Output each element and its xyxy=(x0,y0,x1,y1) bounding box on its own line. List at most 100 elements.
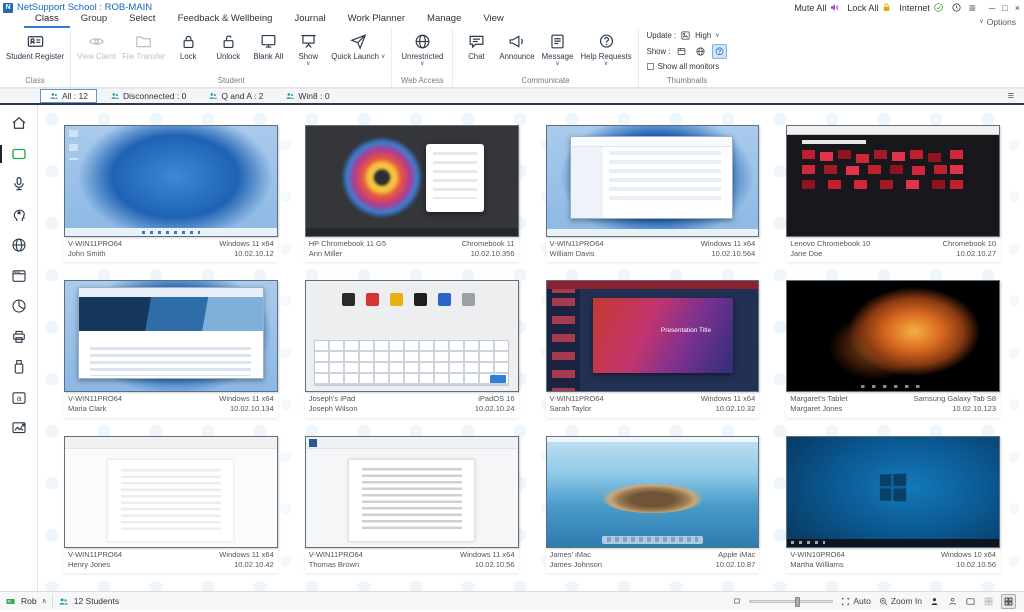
mute-all-button[interactable]: Mute All xyxy=(794,2,840,13)
screen-art xyxy=(314,339,510,386)
update-quality-value[interactable]: High xyxy=(695,31,711,40)
menu-tab-view[interactable]: View xyxy=(472,13,514,28)
show-application-toggle[interactable] xyxy=(674,44,689,59)
sidebar-item-audio[interactable] xyxy=(7,173,31,195)
unrestricted-button[interactable]: Unrestricted ∨ xyxy=(395,29,449,67)
chevron-down-icon[interactable]: ∨ xyxy=(715,33,719,39)
applications-icon xyxy=(10,267,28,285)
minimize-button[interactable]: ─ xyxy=(989,3,995,13)
student-thumbnail[interactable]: Margaret's Tablet Samsung Galaxy Tab S8 M… xyxy=(786,280,1000,418)
current-user-view-button[interactable] xyxy=(929,596,940,607)
show-button[interactable]: Show ∨ xyxy=(288,29,328,67)
ribbon-group-student: View Client File Transfer Lock Unlock Bl… xyxy=(71,28,393,87)
menu-tab-class[interactable]: Class xyxy=(24,13,70,28)
filter-tab-disconnected-0[interactable]: Disconnected : 0 xyxy=(101,89,195,103)
titlebar: N NetSupport School : ROB-MAIN Mute All … xyxy=(0,0,1024,14)
student-thumbnail[interactable]: V-WIN11PRO64 Windows 11 x64 Maria Clark 10… xyxy=(64,280,278,418)
lock-button[interactable]: Lock xyxy=(168,29,208,61)
sidebar-item-surveys[interactable] xyxy=(7,295,31,317)
auto-size-button[interactable]: Auto xyxy=(840,596,871,607)
close-button[interactable]: × xyxy=(1015,3,1020,13)
chat-button[interactable]: Chat xyxy=(456,29,496,61)
menu-tab-journal[interactable]: Journal xyxy=(283,13,336,28)
filter-tab-q-and-a-2[interactable]: Q and A : 2 xyxy=(199,89,272,103)
screen-capture-icon xyxy=(10,419,28,437)
screen-art xyxy=(65,436,277,449)
help-requests-button[interactable]: Help Requests ∨ xyxy=(578,29,635,67)
filter-tab-all-12[interactable]: All : 12 xyxy=(40,89,97,103)
screen-art xyxy=(601,535,704,544)
blank-all-button[interactable]: Blank All xyxy=(248,29,288,61)
chevron-up-icon[interactable]: ∧ xyxy=(42,597,47,605)
update-label: Update : xyxy=(646,31,677,40)
zoom-in-button[interactable]: Zoom In xyxy=(878,596,922,607)
sidebar-item-web[interactable] xyxy=(7,234,31,256)
unlock-button[interactable]: Unlock xyxy=(208,29,248,61)
menu-tab-group[interactable]: Group xyxy=(70,13,118,28)
message-button[interactable]: Message ∨ xyxy=(538,29,578,67)
student-thumbnail[interactable]: V-WIN11PRO64 Windows 11 x64 William Davis… xyxy=(545,125,760,263)
monitor-view-button[interactable] xyxy=(965,596,976,607)
student-screen xyxy=(304,280,519,393)
sidebar-item-applications[interactable] xyxy=(7,265,31,287)
show-all-monitors-checkbox[interactable] xyxy=(646,63,654,70)
show-all-monitors-option[interactable]: Show all monitors xyxy=(646,62,728,71)
student-thumbnail[interactable]: V-WIN11PRO64 Windows 11 x64 John Smith 10.… xyxy=(64,125,278,263)
student-thumbnail[interactable]: HP Chromebook 11 G5 Chromebook 11 Ann Mil… xyxy=(304,125,519,263)
screen-art xyxy=(426,143,484,212)
screen-art xyxy=(787,281,999,392)
sidebar-item-print[interactable] xyxy=(7,326,31,348)
screen-art xyxy=(107,458,235,543)
group-label-communicate: Communicate xyxy=(521,76,570,85)
small-thumbnail-icon xyxy=(732,596,742,606)
menu-tab-manage[interactable]: Manage xyxy=(416,13,472,28)
quick-launch-button[interactable]: Quick Launch ∨ xyxy=(328,29,388,61)
os-name: Windows 11 x64 xyxy=(460,549,515,559)
student-thumbnail[interactable]: Lenovo Chromebook 10 Chromebook 10 Jane D… xyxy=(786,125,1000,263)
student-thumbnail[interactable]: James' iMac Apple iMac James Johnson 10.02… xyxy=(545,435,760,573)
os-name: Windows 11 x64 xyxy=(700,239,756,248)
menu-tab-feedback-wellbeing[interactable]: Feedback & Wellbeing xyxy=(167,13,284,28)
app-logo-icon: N xyxy=(3,2,13,13)
thumbnail-size-slider[interactable] xyxy=(749,596,834,607)
show-help-toggle[interactable] xyxy=(712,44,728,59)
file-transfer-button: File Transfer xyxy=(119,29,168,61)
clock-icon[interactable] xyxy=(951,2,962,13)
options-button[interactable]: ∨ Options xyxy=(979,17,1016,27)
os-name: Samsung Galaxy Tab S8 xyxy=(913,394,996,404)
student-thumbnail[interactable]: Presentation Title V-WIN11PRO64 Windows 1… xyxy=(545,280,760,418)
student-name: Maria Clark xyxy=(68,404,107,414)
menu-tab-select[interactable]: Select xyxy=(118,13,166,28)
filter-tab-win8-0[interactable]: Win8 : 0 xyxy=(276,89,338,103)
screen-art xyxy=(341,293,355,307)
student-screen xyxy=(786,435,1000,548)
student-thumbnail[interactable]: V-WIN10PRO64 Windows 10 x64 Martha Willia… xyxy=(786,435,1000,573)
sidebar-item-screen-capture[interactable] xyxy=(7,417,31,439)
lock-all-button[interactable]: Lock All xyxy=(847,2,892,13)
student-label: Margaret's Tablet Samsung Galaxy Tab S8 M… xyxy=(786,392,1000,418)
ip-address: 10.02.10.12 xyxy=(234,249,274,259)
sidebar-item-home[interactable] xyxy=(7,112,31,134)
machine-name: HP Chromebook 11 G5 xyxy=(308,239,387,248)
student-thumbnail[interactable]: V-WIN11PRO64 Windows 11 x64 Thomas Brown 1… xyxy=(304,435,519,573)
maximize-button[interactable]: □ xyxy=(1002,3,1007,13)
user-view-button[interactable] xyxy=(947,596,958,607)
student-register-button[interactable]: Student Register xyxy=(3,29,67,61)
group-label-student: Student xyxy=(217,76,245,85)
sidebar-item-wellbeing[interactable] xyxy=(7,204,31,226)
grid-view-button[interactable] xyxy=(1001,593,1016,609)
group-label-class: Class xyxy=(25,76,45,85)
os-name: Apple iMac xyxy=(718,549,756,559)
sidebar-item-devices[interactable] xyxy=(7,356,31,378)
sidebar-item-typing[interactable] xyxy=(7,387,31,409)
internet-status-button[interactable]: Internet xyxy=(899,2,944,13)
slider-handle[interactable] xyxy=(794,596,800,607)
student-thumbnail[interactable]: V-WIN11PRO64 Windows 11 x64 Henry Jones 10… xyxy=(64,435,278,573)
student-name: William Davis xyxy=(549,249,595,259)
announce-button[interactable]: Announce xyxy=(496,29,537,61)
menu-tab-work-planner[interactable]: Work Planner xyxy=(337,13,416,28)
student-thumbnail[interactable]: Joseph's iPad iPadOS 16 Joseph Wilson 10.0… xyxy=(304,280,519,418)
show-web-toggle[interactable] xyxy=(693,44,708,59)
student-label: V-WIN11PRO64 Windows 11 x64 Henry Jones 10… xyxy=(64,547,278,573)
sidebar-item-monitor[interactable] xyxy=(0,143,31,165)
